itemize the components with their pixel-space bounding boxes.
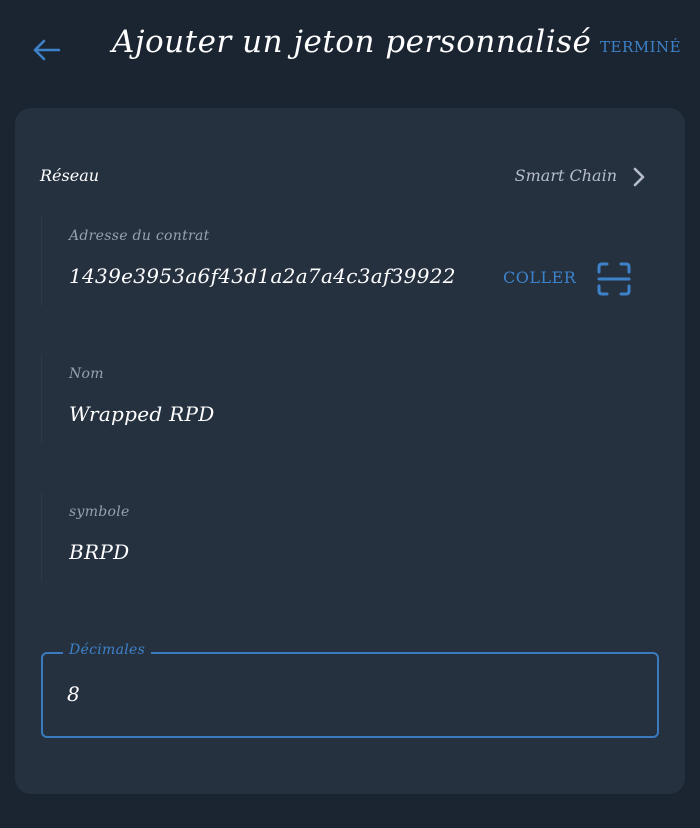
- page-title: Ajouter un jeton personnalisé: [112, 24, 592, 60]
- qr-scan-icon[interactable]: [596, 261, 632, 297]
- app-header: Ajouter un jeton personnalisé TERMINÉ: [0, 0, 700, 100]
- arrow-left-icon: [33, 39, 61, 61]
- network-label: Réseau: [40, 166, 100, 185]
- token-form-card: Réseau Smart Chain Adresse du contrat 14…: [15, 108, 685, 794]
- paste-button[interactable]: COLLER: [503, 268, 576, 287]
- symbol-input[interactable]: BRPD: [69, 540, 489, 564]
- back-button[interactable]: [26, 30, 66, 70]
- contract-address-input[interactable]: 1439e3953a6f43d1a2a7a4c3af39922: [69, 264, 489, 288]
- name-label: Nom: [69, 366, 104, 382]
- done-button[interactable]: TERMINÉ: [600, 38, 681, 56]
- symbol-label: symbole: [69, 504, 130, 520]
- chevron-right-icon: [633, 167, 645, 187]
- name-field: Nom Wrapped RPD: [41, 354, 659, 444]
- contract-address-field: Adresse du contrat 1439e3953a6f43d1a2a7a…: [41, 216, 659, 306]
- name-input[interactable]: Wrapped RPD: [69, 402, 489, 426]
- decimals-label: Décimales: [63, 642, 152, 658]
- contract-address-label: Adresse du contrat: [69, 228, 210, 244]
- decimals-field: Décimales 8: [41, 642, 659, 738]
- network-selector[interactable]: Réseau Smart Chain: [15, 156, 685, 200]
- symbol-field: symbole BRPD: [41, 492, 659, 582]
- decimals-input[interactable]: 8: [67, 682, 627, 706]
- network-value: Smart Chain: [514, 166, 617, 185]
